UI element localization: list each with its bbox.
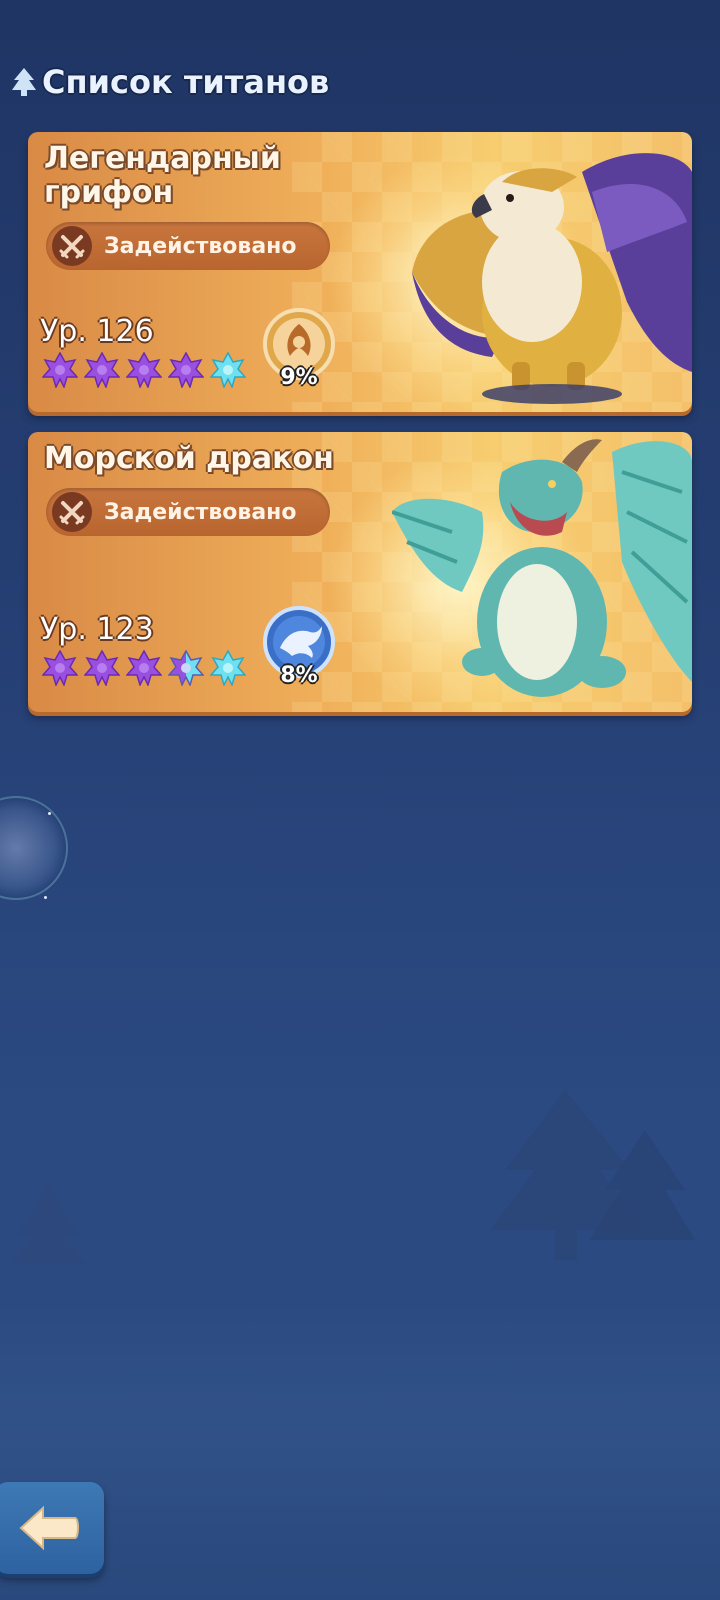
element-badge: 9% (254, 302, 344, 392)
titan-level: Ур. 126 (40, 314, 154, 349)
star-purple-icon (168, 352, 204, 388)
star-purple-icon (126, 352, 162, 388)
background-tree (490, 1090, 695, 1260)
star-cyan-icon (210, 650, 246, 686)
tree-icon (12, 68, 36, 96)
status-badge: Задействовано (46, 488, 330, 536)
griffin-portrait (412, 153, 692, 404)
titan-name: Легендарный грифон (44, 141, 281, 210)
background-tree (10, 1185, 86, 1265)
page-title: Список титанов (42, 63, 330, 101)
arrow-left-icon (19, 1505, 79, 1551)
status-label: Задействовано (104, 499, 297, 525)
sparkle (44, 896, 47, 899)
star-purple-icon (84, 352, 120, 388)
titan-name: Морской дракон (44, 441, 334, 476)
status-badge: Задействовано (46, 222, 330, 270)
sea-dragon-portrait (392, 439, 692, 697)
star-purple-icon (84, 650, 120, 686)
snowy-ground (0, 1300, 720, 1600)
titan-card-griffin[interactable]: Легендарный грифон Задействовано Ур. 126… (28, 132, 692, 412)
element-percentage: 8% (280, 663, 318, 688)
sparkle (48, 812, 51, 815)
status-label: Задействовано (104, 233, 297, 259)
star-purple-icon (42, 352, 78, 388)
crossed-swords-icon (52, 492, 92, 532)
star-half-icon (168, 650, 204, 686)
titan-card-sea-dragon[interactable]: Морской дракон Задействовано Ур. 123 8% (28, 432, 692, 712)
star-rating (42, 352, 246, 388)
page-header: Список титанов (10, 60, 329, 104)
star-cyan-icon (210, 352, 246, 388)
element-badge: 8% (254, 600, 344, 690)
crossed-swords-icon (52, 226, 92, 266)
star-rating (42, 650, 246, 686)
element-percentage: 9% (280, 365, 318, 390)
titan-level: Ур. 123 (40, 612, 154, 647)
star-purple-icon (42, 650, 78, 686)
glow-orb (0, 796, 68, 900)
star-purple-icon (126, 650, 162, 686)
back-button[interactable] (0, 1482, 104, 1574)
